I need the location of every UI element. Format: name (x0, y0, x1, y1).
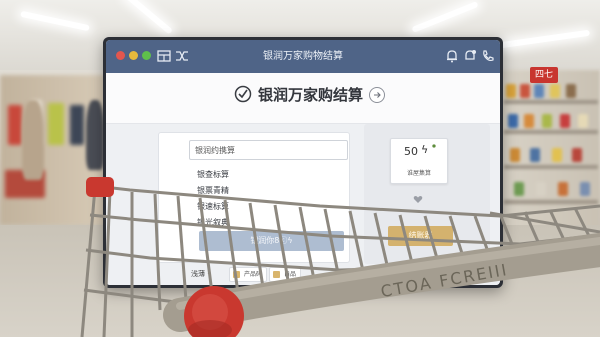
receipt-subtitle: 谁屋集算 (406, 170, 431, 177)
summary-panel: 50 ϟ 谁屋集算 结账器 (364, 124, 490, 264)
list-item[interactable]: 银票青精 (197, 183, 337, 199)
check-circle-icon (234, 85, 252, 103)
search-input[interactable]: 银润约携算 (189, 140, 348, 160)
notification-icon[interactable] (462, 48, 478, 64)
option-list: 银查标算 银票青精 银速标算 银光叙典 (197, 167, 337, 231)
heart-icon (413, 196, 423, 203)
list-item[interactable]: 银光叙典 (197, 215, 337, 231)
bell-icon[interactable] (444, 48, 460, 64)
footer-label-suffix: ϟ (207, 271, 212, 278)
title-bar: 银润万家购物结算 (106, 40, 500, 73)
footer-label-text: 浅薄 (191, 270, 205, 278)
screen: 银润万家购物结算 银润万家购结算 银润约携算 银查标算 银票青精 银速标算 银光… (106, 40, 500, 285)
shopper-figure (86, 100, 104, 170)
checkout-monitor: 银润万家购物结算 银润万家购结算 银润约携算 银查标算 银票青精 银速标算 银光… (103, 37, 503, 288)
chip-label: 自品 (284, 271, 297, 278)
footer-label: 浅薄 ϟ (191, 267, 211, 281)
page-title: 银润万家购结算 (258, 86, 364, 104)
own-brand-chip[interactable]: 自品 (269, 267, 302, 282)
arrow-forward-icon (374, 92, 381, 98)
chip-label: 产品码 (244, 271, 263, 278)
receipt-amount: 50 (404, 145, 418, 158)
list-item[interactable]: 银速标算 (197, 199, 337, 215)
phone-icon[interactable] (480, 48, 496, 64)
receipt-card: 50 ϟ 谁屋集算 (390, 138, 448, 184)
checkout-button[interactable]: 银润你8ⓒϟ (199, 231, 344, 251)
shopper-figure (22, 100, 44, 180)
window-title: 银润万家购物结算 (263, 51, 343, 62)
lightning-icon: ϟ (421, 143, 429, 156)
checkout-panel: 银润约携算 银查标算 银票青精 银速标算 银光叙典 银润你8ⓒϟ (158, 132, 350, 263)
tag-icon (273, 271, 280, 278)
store-scene: 四七 银润万家购物结算 银润万家购结算 银润约携算 银查标算 银票青精 银速标算… (0, 0, 600, 337)
main-content: 银润约携算 银查标算 银票青精 银速标算 银光叙典 银润你8ⓒϟ 50 ϟ 谁屋… (106, 124, 500, 285)
list-item[interactable]: 银查标算 (197, 167, 337, 183)
product-code-chip[interactable]: 产品码 (229, 267, 268, 282)
store-sign: 四七 (530, 67, 558, 83)
sparkle-icon (432, 144, 436, 148)
page-header: 银润万家购结算 (106, 73, 500, 124)
tag-icon (233, 271, 240, 278)
settle-button[interactable]: 结账器 (388, 226, 453, 246)
forward-button[interactable] (369, 87, 385, 103)
